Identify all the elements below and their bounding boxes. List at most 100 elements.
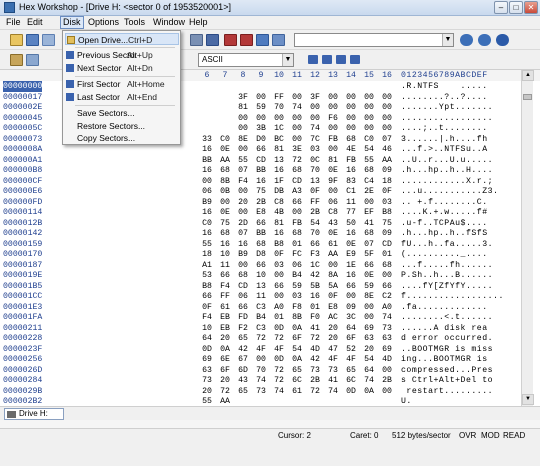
hex-byte[interactable]: 01 bbox=[290, 239, 304, 250]
hex-byte[interactable]: F4 bbox=[200, 312, 214, 323]
row-text[interactable]: .h...hp..h..fSfS bbox=[401, 228, 488, 239]
hex-byte[interactable]: 03 bbox=[380, 197, 394, 208]
hex-byte[interactable]: 47 bbox=[326, 344, 340, 355]
hex-byte[interactable]: 00 bbox=[290, 92, 304, 103]
hex-byte[interactable]: 07 bbox=[380, 134, 394, 145]
hex-byte[interactable]: 63 bbox=[380, 333, 394, 344]
hex-byte[interactable]: 72 bbox=[254, 333, 268, 344]
hex-byte[interactable]: 64 bbox=[362, 365, 376, 376]
hex-byte[interactable]: 16 bbox=[200, 165, 214, 176]
hex-byte[interactable]: 3F bbox=[236, 92, 250, 103]
hex-byte[interactable]: 41 bbox=[308, 323, 322, 334]
hex-byte[interactable]: 00 bbox=[380, 113, 394, 124]
hex-byte[interactable]: 74 bbox=[272, 386, 286, 397]
hex-byte[interactable]: 07 bbox=[236, 228, 250, 239]
menu-file[interactable]: File bbox=[4, 17, 23, 27]
hex-byte[interactable]: 3E bbox=[290, 144, 304, 155]
hex-byte[interactable]: CD bbox=[290, 176, 304, 187]
hex-byte[interactable]: 41 bbox=[362, 218, 376, 229]
hex-byte[interactable]: 20 bbox=[218, 375, 232, 386]
hex-byte[interactable]: 01 bbox=[308, 302, 322, 313]
hex-byte[interactable]: 01 bbox=[272, 312, 286, 323]
hex-byte[interactable]: C2 bbox=[380, 291, 394, 302]
hex-byte[interactable]: C8 bbox=[326, 207, 340, 218]
hex-byte[interactable]: FD bbox=[236, 312, 250, 323]
hex-byte[interactable]: 16 bbox=[236, 239, 250, 250]
hex-byte[interactable]: 59 bbox=[362, 281, 376, 292]
hex-byte[interactable]: 00 bbox=[290, 134, 304, 145]
hex-byte[interactable]: 20 bbox=[200, 386, 214, 397]
hex-byte[interactable]: 00 bbox=[236, 144, 250, 155]
row-text[interactable]: .fa............. bbox=[401, 302, 488, 313]
goto-icon[interactable] bbox=[272, 34, 285, 46]
hex-byte[interactable]: 72 bbox=[308, 333, 322, 344]
hex-byte[interactable]: 00 bbox=[290, 113, 304, 124]
hex-byte[interactable]: 5A bbox=[326, 281, 340, 292]
hex-byte[interactable]: 73 bbox=[326, 365, 340, 376]
last-sector-icon[interactable] bbox=[350, 55, 360, 64]
replace-icon[interactable] bbox=[256, 34, 269, 46]
hex-byte[interactable]: 3C bbox=[344, 312, 358, 323]
hex-byte[interactable]: 59 bbox=[290, 281, 304, 292]
hex-byte[interactable]: B8 bbox=[200, 281, 214, 292]
hex-byte[interactable]: 61 bbox=[326, 239, 340, 250]
hex-byte[interactable]: 0A bbox=[290, 323, 304, 334]
hex-byte[interactable]: 03 bbox=[290, 291, 304, 302]
hex-byte[interactable]: 66 bbox=[380, 281, 394, 292]
hex-byte[interactable]: C0 bbox=[218, 134, 232, 145]
hex-byte[interactable]: 00 bbox=[362, 197, 376, 208]
hex-byte[interactable]: 00 bbox=[272, 291, 286, 302]
hex-byte[interactable]: 0F bbox=[326, 291, 340, 302]
scroll-thumb[interactable] bbox=[523, 94, 532, 100]
hex-byte[interactable]: A3 bbox=[290, 186, 304, 197]
menu-item-copy-sectors[interactable]: Copy Sectors... bbox=[65, 132, 179, 144]
hex-byte[interactable]: A0 bbox=[272, 302, 286, 313]
hex-byte[interactable]: 7C bbox=[308, 134, 322, 145]
hex-byte[interactable]: 00 bbox=[380, 102, 394, 113]
hex-byte[interactable]: 65 bbox=[236, 333, 250, 344]
hex-byte[interactable]: E8 bbox=[254, 207, 268, 218]
hex-byte[interactable]: 16 bbox=[200, 144, 214, 155]
hex-byte[interactable]: 06 bbox=[326, 197, 340, 208]
hex-byte[interactable]: 0E bbox=[326, 165, 340, 176]
hex-byte[interactable]: F8 bbox=[290, 302, 304, 313]
hex-byte[interactable]: 66 bbox=[200, 291, 214, 302]
hex-byte[interactable]: 00 bbox=[236, 113, 250, 124]
hex-byte[interactable]: 81 bbox=[236, 102, 250, 113]
hex-byte[interactable]: 00 bbox=[308, 113, 322, 124]
hex-byte[interactable]: 00 bbox=[290, 123, 304, 134]
hex-byte[interactable]: 00 bbox=[362, 312, 376, 323]
hex-byte[interactable]: 73 bbox=[200, 375, 214, 386]
hex-byte[interactable]: 4F bbox=[254, 344, 268, 355]
hex-byte[interactable]: 5B bbox=[308, 281, 322, 292]
menu-item-restore-sectors[interactable]: Restore Sectors... bbox=[65, 120, 179, 132]
hex-byte[interactable]: BC bbox=[272, 134, 286, 145]
hex-byte[interactable]: 74 bbox=[308, 123, 322, 134]
hex-byte[interactable]: 55 bbox=[236, 155, 250, 166]
hex-byte[interactable]: 00 bbox=[380, 92, 394, 103]
hex-byte[interactable]: 81 bbox=[272, 218, 286, 229]
hex-byte[interactable]: 69 bbox=[200, 354, 214, 365]
row-text[interactable]: ing...BOOTMGR is bbox=[401, 354, 488, 365]
hex-byte[interactable]: 70 bbox=[308, 228, 322, 239]
hex-byte[interactable]: 1E bbox=[344, 260, 358, 271]
hex-byte[interactable]: 2B bbox=[380, 375, 394, 386]
menu-item-previous-sector[interactable]: Previous Sector Alt+Up bbox=[65, 49, 179, 61]
hex-byte[interactable]: 6F bbox=[344, 333, 358, 344]
hex-byte[interactable]: 2E bbox=[362, 186, 376, 197]
hex-byte[interactable]: CD bbox=[380, 239, 394, 250]
row-text[interactable]: compressed...Pres bbox=[401, 365, 493, 376]
hex-byte[interactable]: 70 bbox=[272, 102, 286, 113]
hex-byte[interactable]: 66 bbox=[362, 260, 376, 271]
row-text[interactable]: .u-f..TCPAu$.... bbox=[401, 218, 488, 229]
row-text[interactable]: .. +.f........C. bbox=[401, 197, 488, 208]
hex-byte[interactable]: 4D bbox=[380, 354, 394, 365]
vertical-scrollbar[interactable]: ▲ ▼ bbox=[521, 70, 534, 406]
hex-byte[interactable]: 00 bbox=[254, 354, 268, 365]
hex-byte[interactable]: 54 bbox=[362, 354, 376, 365]
hex-byte[interactable]: 16 bbox=[218, 239, 232, 250]
row-text[interactable]: U. bbox=[401, 396, 412, 406]
hex-byte[interactable]: 0E bbox=[218, 207, 232, 218]
hex-byte[interactable]: 1F bbox=[272, 176, 286, 187]
hex-byte[interactable]: 00 bbox=[236, 186, 250, 197]
